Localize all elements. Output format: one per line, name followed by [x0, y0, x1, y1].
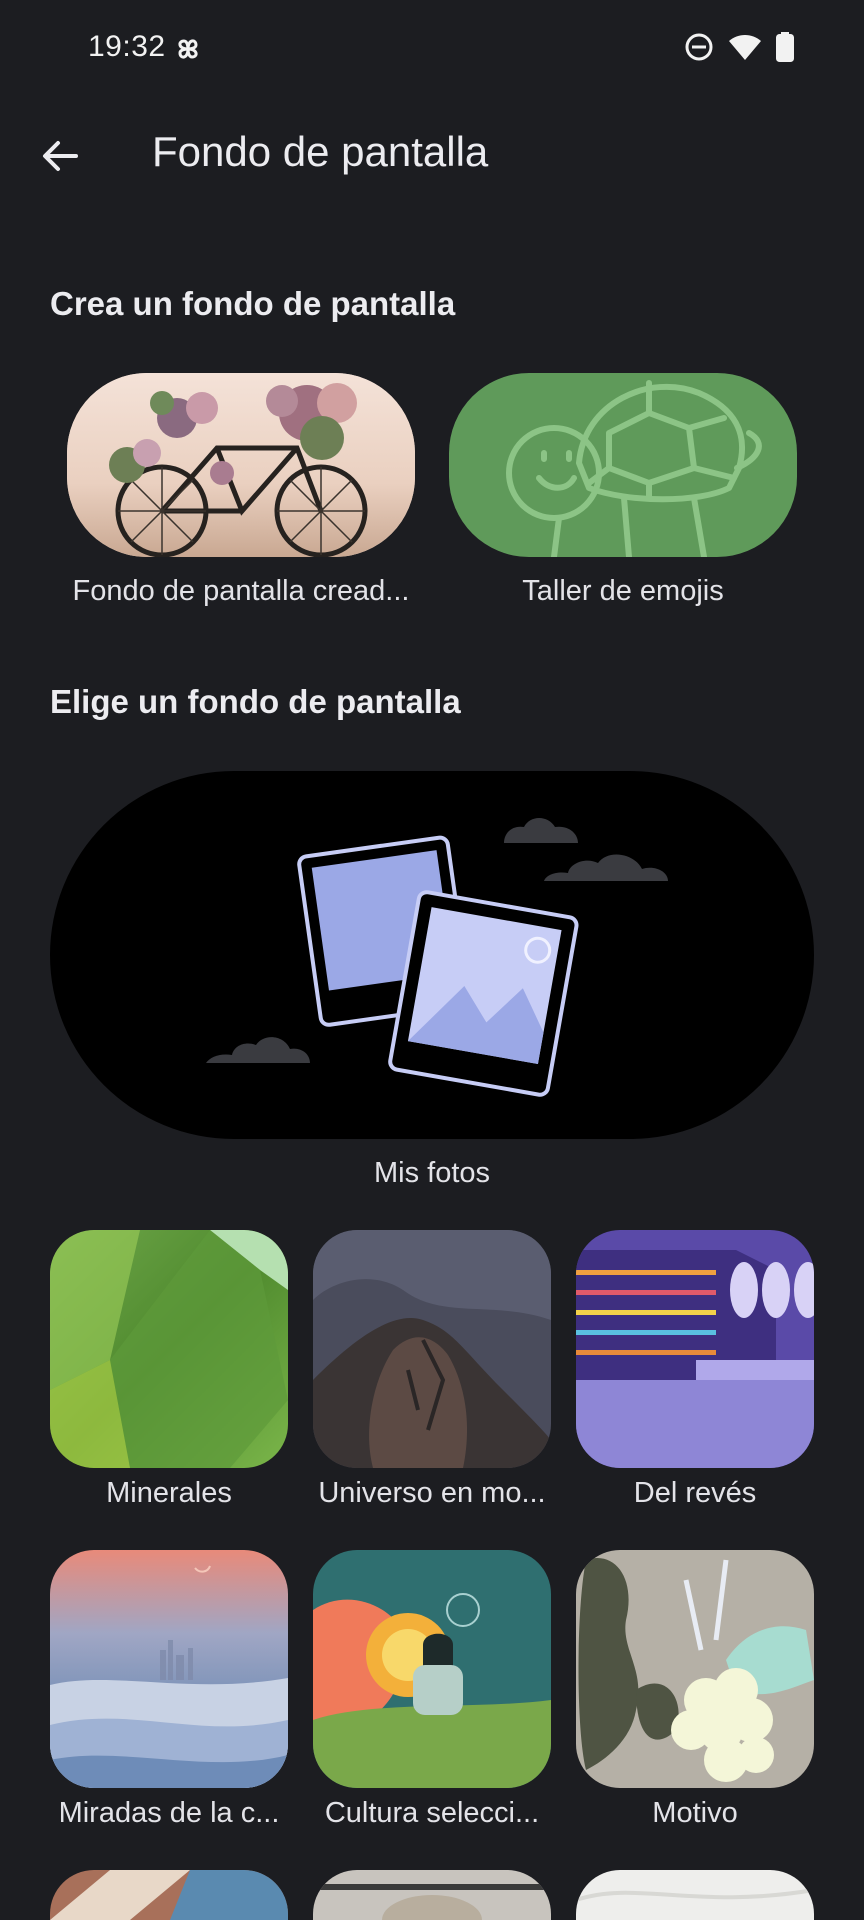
- category-minerales-tile[interactable]: [50, 1230, 288, 1468]
- category-tile-partial-2[interactable]: [313, 1870, 551, 1920]
- partial-image-3: [576, 1870, 814, 1920]
- category-motivo-tile[interactable]: [576, 1550, 814, 1788]
- battery-icon: [776, 32, 794, 62]
- partial-image-2: [313, 1870, 551, 1920]
- do-not-disturb-icon: [685, 33, 713, 61]
- rock-landscape-image: [313, 1230, 551, 1468]
- art-culture-image: [313, 1550, 551, 1788]
- status-time: 19:32: [88, 30, 166, 63]
- category-del-reves-tile[interactable]: [576, 1230, 814, 1468]
- ai-wallpaper-label: Fondo de pantalla cread...: [72, 575, 410, 607]
- emoji-workshop-card[interactable]: [449, 373, 797, 557]
- partial-image-1: [50, 1870, 288, 1920]
- my-photos-card[interactable]: [50, 771, 814, 1139]
- category-del-reves-label: Del revés: [633, 1477, 757, 1509]
- category-tile-partial-1[interactable]: [50, 1870, 288, 1920]
- category-minerales-label: Minerales: [106, 1477, 232, 1509]
- category-tile-partial-3[interactable]: [576, 1870, 814, 1920]
- category-universo-label: Universo en mo...: [318, 1477, 546, 1509]
- category-miradas-tile[interactable]: [50, 1550, 288, 1788]
- arrow-back-icon[interactable]: [34, 130, 86, 182]
- choose-section-title: Elige un fondo de pantalla: [50, 683, 461, 720]
- photos-illustration: [206, 818, 668, 1097]
- memory-hall-image: [576, 1230, 814, 1468]
- bicycle-flowers-image: [67, 373, 415, 557]
- abstract-pattern-image: [576, 1550, 814, 1788]
- turtle-icon: [506, 380, 762, 557]
- create-section-title: Crea un fondo de pantalla: [50, 285, 456, 322]
- category-cultura-tile[interactable]: [313, 1550, 551, 1788]
- emoji-workshop-label: Taller de emojis: [522, 575, 724, 607]
- ai-wallpaper-card[interactable]: [67, 373, 415, 557]
- my-photos-label: Mis fotos: [373, 1157, 491, 1189]
- page-title: Fondo de pantalla: [152, 128, 489, 175]
- pinwheel-icon: [178, 39, 198, 59]
- category-cultura-label: Cultura selecci...: [324, 1797, 540, 1829]
- app-bar: Fondo de pantalla: [0, 110, 864, 200]
- status-bar: 19:32: [0, 0, 864, 100]
- category-motivo-label: Motivo: [652, 1797, 738, 1829]
- city-fog-image: [50, 1550, 288, 1788]
- category-miradas-label: Miradas de la c...: [58, 1797, 280, 1829]
- minerals-image: [50, 1230, 288, 1468]
- wifi-icon: [729, 35, 761, 60]
- category-universo-tile[interactable]: [313, 1230, 551, 1468]
